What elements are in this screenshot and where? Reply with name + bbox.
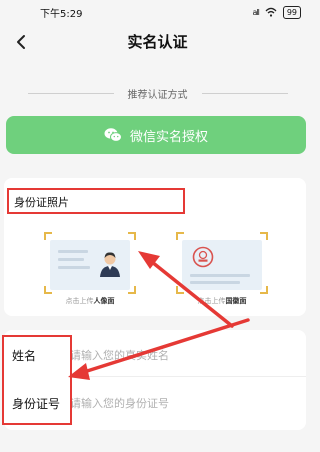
annotation-box-form-labels — [2, 335, 72, 425]
text-line — [58, 258, 84, 261]
annotation-box-photo-title — [7, 188, 185, 214]
text-line — [58, 266, 90, 269]
id-number-input[interactable] — [70, 396, 290, 410]
chevron-left-icon — [17, 35, 25, 49]
id-front-illustration — [50, 240, 130, 290]
corner-mark — [260, 232, 268, 240]
upload-front-caption: 点击上传人像面 — [35, 296, 145, 306]
divider-line-right — [201, 92, 288, 94]
text-line — [190, 274, 250, 277]
portrait-icon — [100, 252, 120, 277]
page-title: 实名认证 — [127, 32, 188, 51]
wifi-icon — [265, 7, 277, 17]
emblem-icon — [192, 246, 214, 268]
wechat-auth-label: 微信实名授权 — [129, 129, 208, 145]
text-line — [58, 250, 88, 253]
back-caption-bold: 国徽面 — [225, 297, 247, 305]
corner-mark — [44, 232, 52, 240]
front-caption-prefix: 点击上传 — [65, 297, 94, 305]
wechat-icon — [104, 128, 122, 142]
corner-mark — [176, 232, 184, 240]
upload-back-caption: 点击上传国徽面 — [167, 296, 277, 306]
upload-back-card[interactable] — [176, 232, 268, 294]
back-button[interactable] — [8, 29, 34, 55]
recommend-divider: 推荐认证方式 — [0, 84, 315, 102]
signal-icon: all — [252, 7, 259, 17]
upload-front-card[interactable] — [44, 232, 136, 294]
front-caption-bold: 人像面 — [93, 297, 115, 305]
text-line — [190, 281, 240, 284]
row-separator — [70, 376, 306, 377]
divider-line-left — [27, 92, 114, 94]
wechat-auth-button[interactable]: 微信实名授权 — [6, 116, 306, 154]
status-time: 下午5:29 — [40, 8, 83, 20]
id-back-illustration — [182, 240, 262, 290]
nav-bar: 实名认证 — [0, 24, 315, 58]
recommend-label: 推荐认证方式 — [127, 89, 188, 101]
back-caption-prefix: 点击上传 — [197, 297, 226, 305]
name-input[interactable] — [70, 348, 290, 362]
status-bar: 下午5:29 all 99 — [0, 0, 315, 24]
corner-mark — [128, 232, 136, 240]
battery-icon: 99 — [282, 5, 301, 19]
status-icons: all 99 — [252, 5, 301, 19]
